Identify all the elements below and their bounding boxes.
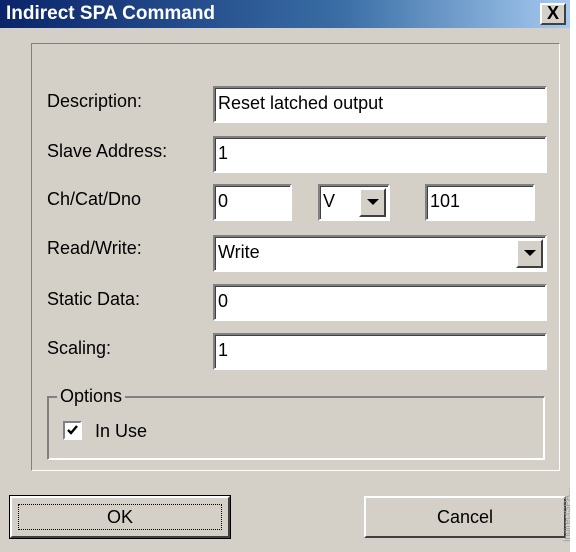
window-title: Indirect SPA Command — [6, 3, 216, 24]
slave-address-field[interactable]: 1 — [213, 136, 547, 173]
close-icon: X — [546, 3, 559, 23]
chevron-down-icon[interactable] — [516, 239, 543, 268]
slave-address-label: Slave Address: — [47, 141, 168, 161]
static-data-field[interactable]: 0 — [213, 284, 547, 321]
dno-value: 101 — [430, 191, 461, 211]
cat-value: V — [323, 191, 336, 211]
read-write-label: Read/Write: — [47, 238, 142, 258]
scaling-label: Scaling: — [47, 338, 112, 358]
ch-cat-dno-label: Ch/Cat/Dno — [47, 189, 142, 209]
focus-rectangle — [18, 504, 222, 530]
read-write-select[interactable]: Write — [213, 235, 547, 272]
description-value: Reset latched output — [218, 93, 384, 113]
read-write-value: Write — [218, 242, 260, 262]
scaling-field[interactable]: 1 — [213, 333, 547, 370]
in-use-label[interactable]: In Use — [95, 419, 147, 443]
cat-select[interactable]: V — [318, 184, 390, 221]
description-field[interactable]: Reset latched output — [213, 86, 547, 123]
options-group-title: Options — [57, 385, 126, 407]
close-button[interactable]: X — [540, 3, 566, 25]
in-use-checkbox[interactable] — [63, 421, 82, 440]
slave-address-value: 1 — [218, 143, 229, 163]
indirect-spa-command-dialog: Indirect SPA Command X Description: Rese… — [0, 0, 572, 552]
description-label: Description: — [47, 91, 143, 111]
cancel-button[interactable]: Cancel — [364, 496, 566, 538]
title-bar[interactable]: Indirect SPA Command X — [0, 0, 570, 28]
dno-field[interactable]: 101 — [425, 184, 535, 221]
checkmark-icon — [67, 425, 78, 435]
scaling-value: 1 — [218, 340, 229, 360]
ok-button[interactable]: OK — [9, 495, 231, 539]
ch-value: 0 — [218, 191, 229, 211]
static-data-value: 0 — [218, 291, 229, 311]
static-data-label: Static Data: — [47, 289, 141, 309]
ch-field[interactable]: 0 — [213, 184, 292, 221]
image-id-tag: IndirectSPA... — [562, 487, 572, 542]
chevron-down-icon[interactable] — [359, 188, 386, 217]
cancel-button-label: Cancel — [436, 507, 494, 527]
